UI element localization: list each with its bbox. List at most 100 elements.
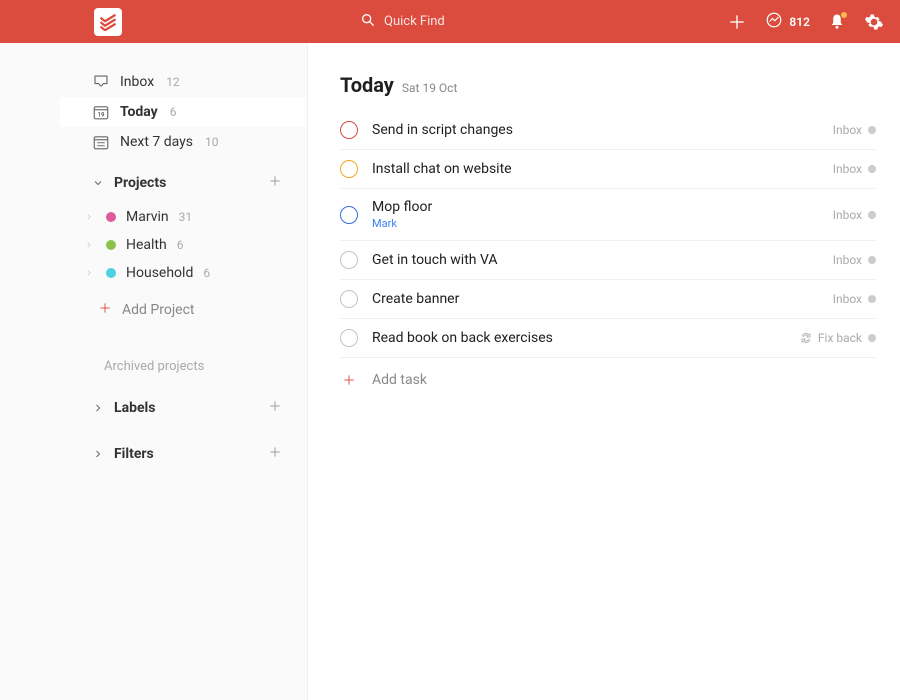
project-color-dot: [868, 334, 876, 342]
page-title: Today: [340, 73, 394, 97]
sidebar-project-health[interactable]: Health6: [60, 231, 307, 259]
project-color-dot: [868, 211, 876, 219]
plus-icon: [98, 301, 112, 319]
view-label: Inbox: [120, 74, 154, 90]
task-row[interactable]: Read book on back exercises Fix back: [340, 319, 876, 358]
add-project-icon-button[interactable]: [267, 173, 283, 193]
task-title: Send in script changes: [372, 122, 833, 138]
sidebar-view-today[interactable]: 19 Today 6: [60, 97, 307, 127]
archived-projects-link[interactable]: Archived projects: [60, 351, 307, 382]
sidebar: Inbox 12 19 Today 6 Next 7 days 10 Projects Ma…: [0, 43, 308, 700]
sidebar-project-household[interactable]: Household 6: [60, 259, 307, 287]
chevron-right-icon: [92, 402, 108, 414]
task-row[interactable]: Install chat on websiteInbox: [340, 150, 876, 189]
settings-button[interactable]: [864, 12, 884, 32]
project-color-dot: [868, 256, 876, 264]
labels-header[interactable]: Labels: [60, 390, 307, 426]
chevron-right-icon: [92, 448, 108, 460]
page-date: Sat 19 Oct: [402, 81, 457, 95]
chevron-right-icon: [84, 268, 96, 278]
task-project-link[interactable]: Inbox: [833, 253, 876, 267]
sidebar-view-next-7-days[interactable]: Next 7 days 10: [60, 127, 307, 157]
project-color-dot: [106, 268, 116, 278]
search-box[interactable]: [360, 12, 604, 32]
task-assignee: Mark: [372, 217, 833, 230]
task-checkbox[interactable]: [340, 121, 358, 139]
plus-icon: [340, 373, 358, 387]
topbar: 812: [0, 0, 900, 43]
add-project-button[interactable]: Add Project: [60, 293, 307, 327]
projects-header[interactable]: Projects: [60, 165, 307, 201]
calendar-week-icon: [92, 133, 110, 151]
task-row[interactable]: Mop floor MarkInbox: [340, 189, 876, 241]
filters-label: Filters: [114, 446, 267, 462]
view-count: 10: [205, 135, 219, 149]
task-project-name: Fix back: [818, 331, 862, 345]
task-project-link[interactable]: Inbox: [833, 123, 876, 137]
task-row[interactable]: Create bannerInbox: [340, 280, 876, 319]
view-label: Next 7 days: [120, 134, 193, 150]
calendar-day-icon: 19: [92, 103, 110, 121]
task-project-name: Inbox: [833, 162, 862, 176]
project-count: 31: [179, 210, 193, 224]
task-checkbox[interactable]: [340, 290, 358, 308]
project-color-dot: [106, 240, 116, 250]
task-title: Get in touch with VA: [372, 252, 833, 268]
sidebar-view-inbox[interactable]: Inbox 12: [60, 67, 307, 97]
project-count: 6: [177, 238, 184, 252]
project-count: 6: [203, 266, 210, 280]
add-task-button[interactable]: [727, 12, 747, 32]
view-count: 12: [166, 75, 180, 89]
projects-label: Projects: [114, 175, 267, 191]
add-task-button[interactable]: Add task: [340, 358, 876, 402]
task-checkbox[interactable]: [340, 251, 358, 269]
filters-header[interactable]: Filters: [60, 436, 307, 472]
add-filter-button[interactable]: [267, 444, 283, 464]
task-title: Create banner: [372, 291, 833, 307]
view-count: 6: [170, 105, 177, 119]
task-project-link[interactable]: Inbox: [833, 292, 876, 306]
sidebar-project-marvin[interactable]: Marvin 31: [60, 203, 307, 231]
task-project-name: Inbox: [833, 123, 862, 137]
task-project-link[interactable]: Inbox: [833, 162, 876, 176]
project-color-dot: [868, 295, 876, 303]
project-name: Marvin: [126, 209, 169, 225]
app-logo[interactable]: [94, 8, 122, 36]
task-title: Read book on back exercises: [372, 330, 800, 346]
project-name: Household: [126, 265, 193, 281]
karma-count: 812: [789, 15, 810, 29]
chevron-down-icon: [92, 177, 108, 189]
add-project-label: Add Project: [122, 302, 195, 318]
view-label: Today: [120, 104, 158, 120]
add-label-button[interactable]: [267, 398, 283, 418]
task-project-link[interactable]: Fix back: [800, 331, 876, 345]
task-checkbox[interactable]: [340, 329, 358, 347]
task-row[interactable]: Get in touch with VAInbox: [340, 241, 876, 280]
recurring-icon: [800, 332, 812, 344]
search-input[interactable]: [384, 14, 604, 29]
task-project-name: Inbox: [833, 208, 862, 222]
task-title: Install chat on website: [372, 161, 833, 177]
notifications-button[interactable]: [828, 13, 846, 31]
chevron-right-icon: [84, 212, 96, 222]
project-color-dot: [868, 126, 876, 134]
search-icon: [360, 12, 376, 32]
project-color-dot: [868, 165, 876, 173]
task-project-link[interactable]: Inbox: [833, 208, 876, 222]
task-row[interactable]: Send in script changesInbox: [340, 111, 876, 150]
view-header: Today Sat 19 Oct: [340, 73, 876, 97]
main-content: Today Sat 19 Oct Send in script changesI…: [308, 43, 900, 700]
task-project-name: Inbox: [833, 292, 862, 306]
svg-text:19: 19: [98, 112, 105, 119]
labels-label: Labels: [114, 400, 267, 416]
task-title: Mop floor: [372, 199, 833, 215]
task-checkbox[interactable]: [340, 160, 358, 178]
notification-dot-icon: [840, 11, 848, 19]
karma-button[interactable]: 812: [765, 11, 810, 32]
chevron-right-icon: [84, 240, 96, 250]
project-color-dot: [106, 212, 116, 222]
add-task-label: Add task: [372, 372, 427, 388]
task-project-name: Inbox: [833, 253, 862, 267]
karma-icon: [765, 11, 783, 32]
task-checkbox[interactable]: [340, 206, 358, 224]
